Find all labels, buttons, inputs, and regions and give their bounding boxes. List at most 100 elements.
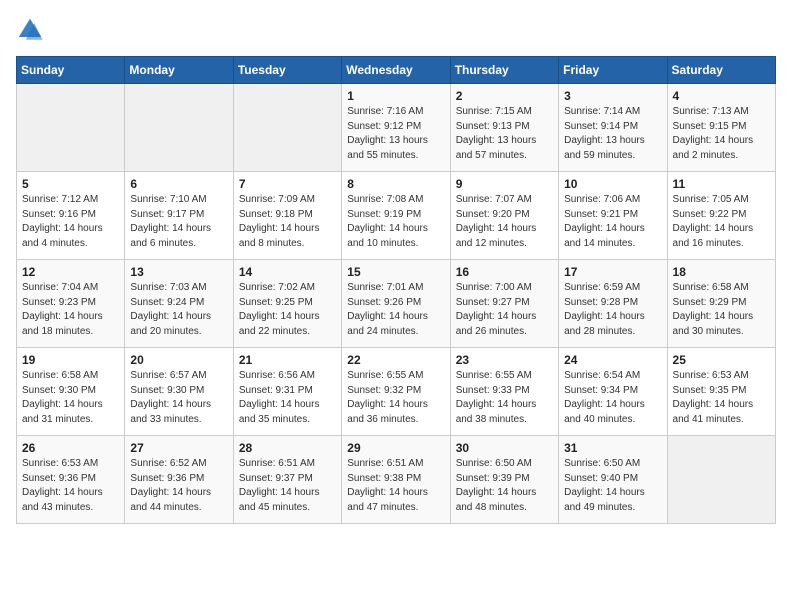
header-cell-saturday: Saturday [667, 57, 775, 84]
day-cell: 2Sunrise: 7:15 AM Sunset: 9:13 PM Daylig… [450, 84, 558, 172]
day-info: Sunrise: 7:02 AM Sunset: 9:25 PM Dayligh… [239, 281, 336, 339]
day-number: 16 [456, 265, 553, 279]
day-info: Sunrise: 6:52 AM Sunset: 9:36 PM Dayligh… [130, 457, 227, 515]
day-cell: 12 Sunrise: 7:04 AM Sunset: 9:23 PM Dayli… [17, 260, 125, 348]
day-number: 11 [673, 177, 770, 191]
day-cell: 24 Sunrise: 6:54 AM Sunset: 9:34 PM Dayli… [559, 348, 667, 436]
day-cell [667, 436, 775, 524]
day-cell: 28 Sunrise: 6:51 AM Sunset: 9:37 PM Dayli… [233, 436, 341, 524]
day-number: 31 [564, 441, 661, 455]
day-cell: 29Sunrise: 6:51 AM Sunset: 9:38 PM Dayli… [342, 436, 450, 524]
day-info: Sunrise: 6:55 AM Sunset: 9:32 PM Dayligh… [347, 369, 444, 427]
day-info: Sunrise: 6:50 AM Sunset: 9:40 PM Dayligh… [564, 457, 661, 515]
calendar-body: 1 Sunrise: 7:16 AM Sunset: 9:12 PM Daylig… [17, 84, 776, 524]
day-info: Sunrise: 7:03 AM Sunset: 9:24 PM Dayligh… [130, 281, 227, 339]
day-info: Sunrise: 6:50 AM Sunset: 9:39 PM Dayligh… [456, 457, 553, 515]
day-number: 15 [347, 265, 444, 279]
day-info: Sunrise: 6:58 AM Sunset: 9:30 PM Dayligh… [22, 369, 119, 427]
day-cell: 25Sunrise: 6:53 AM Sunset: 9:35 PM Dayli… [667, 348, 775, 436]
day-number: 22 [347, 353, 444, 367]
header-cell-thursday: Thursday [450, 57, 558, 84]
header-cell-sunday: Sunday [17, 57, 125, 84]
day-number: 10 [564, 177, 661, 191]
day-cell: 22 Sunrise: 6:55 AM Sunset: 9:32 PM Dayli… [342, 348, 450, 436]
day-number: 23 [456, 353, 553, 367]
day-number: 26 [22, 441, 119, 455]
day-number: 3 [564, 89, 661, 103]
day-number: 13 [130, 265, 227, 279]
day-info: Sunrise: 7:13 AM Sunset: 9:15 PM Dayligh… [673, 105, 770, 163]
day-number: 24 [564, 353, 661, 367]
day-number: 19 [22, 353, 119, 367]
week-row-3: 19 Sunrise: 6:58 AM Sunset: 9:30 PM Dayli… [17, 348, 776, 436]
day-info: Sunrise: 7:06 AM Sunset: 9:21 PM Dayligh… [564, 193, 661, 251]
header-cell-monday: Monday [125, 57, 233, 84]
day-info: Sunrise: 6:51 AM Sunset: 9:37 PM Dayligh… [239, 457, 336, 515]
day-cell: 15 Sunrise: 7:01 AM Sunset: 9:26 PM Dayli… [342, 260, 450, 348]
day-cell: 13 Sunrise: 7:03 AM Sunset: 9:24 PM Dayli… [125, 260, 233, 348]
day-cell: 7 Sunrise: 7:09 AM Sunset: 9:18 PM Daylig… [233, 172, 341, 260]
day-cell: 20Sunrise: 6:57 AM Sunset: 9:30 PM Dayli… [125, 348, 233, 436]
day-info: Sunrise: 6:58 AM Sunset: 9:29 PM Dayligh… [673, 281, 770, 339]
day-cell: 17 Sunrise: 6:59 AM Sunset: 9:28 PM Dayli… [559, 260, 667, 348]
day-number: 21 [239, 353, 336, 367]
day-number: 14 [239, 265, 336, 279]
day-cell: 5 Sunrise: 7:12 AM Sunset: 9:16 PM Daylig… [17, 172, 125, 260]
day-info: Sunrise: 7:10 AM Sunset: 9:17 PM Dayligh… [130, 193, 227, 251]
day-info: Sunrise: 7:09 AM Sunset: 9:18 PM Dayligh… [239, 193, 336, 251]
day-cell: 23Sunrise: 6:55 AM Sunset: 9:33 PM Dayli… [450, 348, 558, 436]
day-number: 27 [130, 441, 227, 455]
day-number: 20 [130, 353, 227, 367]
day-number: 28 [239, 441, 336, 455]
day-number: 5 [22, 177, 119, 191]
day-cell: 3 Sunrise: 7:14 AM Sunset: 9:14 PM Daylig… [559, 84, 667, 172]
logo [16, 16, 48, 44]
calendar-table: SundayMondayTuesdayWednesdayThursdayFrid… [16, 56, 776, 524]
week-row-2: 12 Sunrise: 7:04 AM Sunset: 9:23 PM Dayli… [17, 260, 776, 348]
day-cell: 19 Sunrise: 6:58 AM Sunset: 9:30 PM Dayli… [17, 348, 125, 436]
day-info: Sunrise: 7:12 AM Sunset: 9:16 PM Dayligh… [22, 193, 119, 251]
day-info: Sunrise: 7:16 AM Sunset: 9:12 PM Dayligh… [347, 105, 444, 163]
day-cell: 11 Sunrise: 7:05 AM Sunset: 9:22 PM Dayli… [667, 172, 775, 260]
day-cell: 27 Sunrise: 6:52 AM Sunset: 9:36 PM Dayli… [125, 436, 233, 524]
day-cell: 4Sunrise: 7:13 AM Sunset: 9:15 PM Daylig… [667, 84, 775, 172]
page-header [16, 16, 776, 44]
day-number: 17 [564, 265, 661, 279]
day-cell: 26 Sunrise: 6:53 AM Sunset: 9:36 PM Dayli… [17, 436, 125, 524]
day-number: 9 [456, 177, 553, 191]
day-info: Sunrise: 7:00 AM Sunset: 9:27 PM Dayligh… [456, 281, 553, 339]
day-info: Sunrise: 6:59 AM Sunset: 9:28 PM Dayligh… [564, 281, 661, 339]
day-number: 6 [130, 177, 227, 191]
header-row: SundayMondayTuesdayWednesdayThursdayFrid… [17, 57, 776, 84]
header-cell-friday: Friday [559, 57, 667, 84]
day-info: Sunrise: 7:14 AM Sunset: 9:14 PM Dayligh… [564, 105, 661, 163]
day-info: Sunrise: 7:15 AM Sunset: 9:13 PM Dayligh… [456, 105, 553, 163]
day-info: Sunrise: 7:08 AM Sunset: 9:19 PM Dayligh… [347, 193, 444, 251]
day-cell: 18 Sunrise: 6:58 AM Sunset: 9:29 PM Dayli… [667, 260, 775, 348]
day-cell: 6 Sunrise: 7:10 AM Sunset: 9:17 PM Daylig… [125, 172, 233, 260]
day-cell [125, 84, 233, 172]
day-info: Sunrise: 7:04 AM Sunset: 9:23 PM Dayligh… [22, 281, 119, 339]
calendar-header: SundayMondayTuesdayWednesdayThursdayFrid… [17, 57, 776, 84]
week-row-0: 1 Sunrise: 7:16 AM Sunset: 9:12 PM Daylig… [17, 84, 776, 172]
day-cell: 31 Sunrise: 6:50 AM Sunset: 9:40 PM Dayli… [559, 436, 667, 524]
day-cell [233, 84, 341, 172]
day-number: 12 [22, 265, 119, 279]
day-number: 1 [347, 89, 444, 103]
day-number: 29 [347, 441, 444, 455]
day-cell: 14 Sunrise: 7:02 AM Sunset: 9:25 PM Dayli… [233, 260, 341, 348]
logo-icon [16, 16, 44, 44]
day-number: 18 [673, 265, 770, 279]
day-number: 30 [456, 441, 553, 455]
day-info: Sunrise: 7:01 AM Sunset: 9:26 PM Dayligh… [347, 281, 444, 339]
day-info: Sunrise: 6:53 AM Sunset: 9:35 PM Dayligh… [673, 369, 770, 427]
day-cell [17, 84, 125, 172]
day-info: Sunrise: 7:05 AM Sunset: 9:22 PM Dayligh… [673, 193, 770, 251]
header-cell-wednesday: Wednesday [342, 57, 450, 84]
day-cell: 9Sunrise: 7:07 AM Sunset: 9:20 PM Daylig… [450, 172, 558, 260]
day-cell: 21Sunrise: 6:56 AM Sunset: 9:31 PM Dayli… [233, 348, 341, 436]
day-number: 7 [239, 177, 336, 191]
day-info: Sunrise: 6:54 AM Sunset: 9:34 PM Dayligh… [564, 369, 661, 427]
day-info: Sunrise: 6:53 AM Sunset: 9:36 PM Dayligh… [22, 457, 119, 515]
day-cell: 8Sunrise: 7:08 AM Sunset: 9:19 PM Daylig… [342, 172, 450, 260]
